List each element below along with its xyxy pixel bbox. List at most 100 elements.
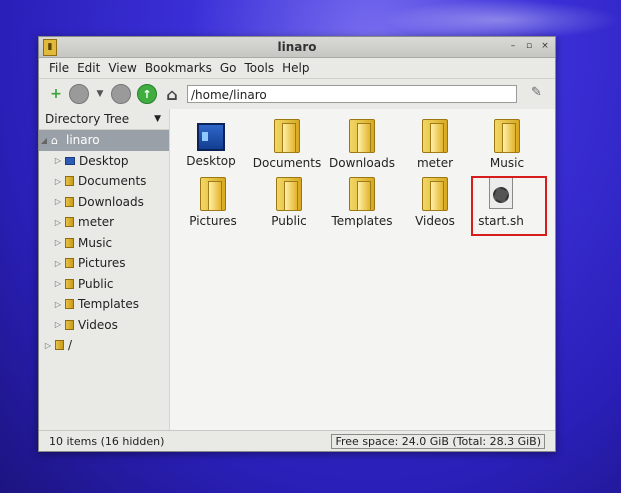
folder-icon xyxy=(65,258,74,269)
menu-file[interactable]: File xyxy=(45,61,73,75)
expand-arrow-icon[interactable]: ▷ xyxy=(53,156,63,165)
tree-item-label: Templates xyxy=(78,297,140,312)
new-tab-icon[interactable]: + xyxy=(49,85,63,103)
tree-item-templates[interactable]: ▷ Templates xyxy=(39,294,169,315)
file-item-pictures[interactable]: Pictures xyxy=(176,177,250,228)
tree-item-label: Documents xyxy=(78,174,147,189)
folder-icon xyxy=(200,177,226,211)
folder-icon xyxy=(494,119,520,153)
file-label: Public xyxy=(271,214,307,228)
folder-icon xyxy=(349,177,375,211)
tree-item-downloads[interactable]: ▷ Downloads xyxy=(39,192,169,213)
expand-arrow-icon[interactable]: ▷ xyxy=(43,341,53,350)
collapse-arrow-icon[interactable]: ◢ xyxy=(39,136,49,145)
file-label: Downloads xyxy=(329,156,395,170)
expand-arrow-icon[interactable]: ▷ xyxy=(53,300,63,309)
home-icon[interactable]: ⌂ xyxy=(163,85,181,104)
folder-icon xyxy=(349,119,375,153)
file-label: Videos xyxy=(415,214,455,228)
folder-icon xyxy=(65,196,74,207)
file-label: Desktop xyxy=(186,154,236,168)
tree-item-label: Downloads xyxy=(78,194,144,209)
folder-icon xyxy=(422,119,448,153)
path-input[interactable]: /home/linaro xyxy=(187,85,517,103)
tree-item-videos[interactable]: ▷ Videos xyxy=(39,315,169,336)
menu-bookmarks[interactable]: Bookmarks xyxy=(141,61,216,75)
menu-bar: File Edit View Bookmarks Go Tools Help xyxy=(39,58,555,78)
file-label: Music xyxy=(489,156,525,170)
file-view: Desktop Documents Downloads meter Music xyxy=(169,109,555,431)
tree-item-desktop[interactable]: ▷ Desktop xyxy=(39,151,169,172)
monitor-glare xyxy=(380,0,620,40)
folder-icon xyxy=(65,176,74,187)
file-item-videos[interactable]: Videos xyxy=(398,177,472,228)
file-item-music[interactable]: Music xyxy=(470,119,544,170)
toolbar: + ▼ ↑ ⌂ /home/linaro ✎ xyxy=(39,78,555,110)
home-folder-icon: ⌂ xyxy=(51,133,58,147)
file-item-documents[interactable]: Documents xyxy=(250,119,324,170)
expand-arrow-icon[interactable]: ▷ xyxy=(53,259,63,268)
history-dropdown-icon[interactable]: ▼ xyxy=(95,85,105,103)
file-label: Documents xyxy=(252,156,322,170)
file-item-desktop[interactable]: Desktop xyxy=(174,123,248,168)
tree-item-label: Music xyxy=(78,235,113,250)
file-item-public[interactable]: Public xyxy=(252,177,326,228)
tree-item-linaro[interactable]: ◢ ⌂ linaro xyxy=(39,130,169,151)
selection-highlight xyxy=(471,176,547,236)
close-icon[interactable]: × xyxy=(539,40,551,52)
sidebar-mode-label: Directory Tree xyxy=(45,112,130,126)
file-label: meter xyxy=(416,156,454,170)
folder-icon xyxy=(65,319,74,330)
chevron-down-icon: ▼ xyxy=(154,114,161,124)
tree-item-public[interactable]: ▷ Public xyxy=(39,274,169,295)
file-manager-window: ▮ linaro – ▫ × File Edit View Bookmarks … xyxy=(38,36,556,452)
tree-item-filesystem-root[interactable]: ▷ / xyxy=(39,335,169,356)
menu-help[interactable]: Help xyxy=(278,61,313,75)
forward-icon[interactable] xyxy=(111,84,131,104)
menu-go[interactable]: Go xyxy=(216,61,241,75)
content-area: Directory Tree ▼ ◢ ⌂ linaro ▷ Desktop ▷ … xyxy=(39,109,555,431)
folder-icon xyxy=(276,177,302,211)
minimize-icon[interactable]: – xyxy=(507,40,519,52)
menu-view[interactable]: View xyxy=(104,61,140,75)
expand-arrow-icon[interactable]: ▷ xyxy=(53,218,63,227)
tree-item-label: Desktop xyxy=(79,153,129,168)
file-item-templates[interactable]: Templates xyxy=(325,177,399,228)
clear-path-icon[interactable]: ✎ xyxy=(531,85,549,103)
folder-icon xyxy=(65,299,74,310)
tree-item-documents[interactable]: ▷ Documents xyxy=(39,171,169,192)
expand-arrow-icon[interactable]: ▷ xyxy=(53,197,63,206)
tree-item-label: meter xyxy=(78,215,115,230)
menu-tools[interactable]: Tools xyxy=(241,61,279,75)
item-count-status: 10 items (16 hidden) xyxy=(49,434,165,448)
sidebar-mode-dropdown[interactable]: Directory Tree ▼ xyxy=(39,109,169,130)
tree-item-music[interactable]: ▷ Music xyxy=(39,233,169,254)
maximize-icon[interactable]: ▫ xyxy=(523,40,535,52)
free-space-status: Free space: 24.0 GiB (Total: 28.3 GiB) xyxy=(331,433,545,449)
window-controls: – ▫ × xyxy=(507,40,551,52)
folder-icon xyxy=(274,119,300,153)
up-icon[interactable]: ↑ xyxy=(137,84,157,104)
tree-item-pictures[interactable]: ▷ Pictures xyxy=(39,253,169,274)
file-item-downloads[interactable]: Downloads xyxy=(325,119,399,170)
folder-icon xyxy=(65,237,74,248)
file-label: Templates xyxy=(331,214,393,228)
folder-icon xyxy=(65,278,74,289)
expand-arrow-icon[interactable]: ▷ xyxy=(53,177,63,186)
tree-item-meter[interactable]: ▷ meter xyxy=(39,212,169,233)
menu-edit[interactable]: Edit xyxy=(73,61,104,75)
tree-item-label: Pictures xyxy=(78,256,126,271)
title-bar[interactable]: ▮ linaro – ▫ × xyxy=(39,37,555,58)
expand-arrow-icon[interactable]: ▷ xyxy=(53,238,63,247)
directory-tree: ◢ ⌂ linaro ▷ Desktop ▷ Documents ▷ Downl… xyxy=(39,130,169,356)
expand-arrow-icon[interactable]: ▷ xyxy=(53,279,63,288)
tree-item-label: linaro xyxy=(66,133,100,148)
expand-arrow-icon[interactable]: ▷ xyxy=(53,320,63,329)
file-item-meter[interactable]: meter xyxy=(398,119,472,170)
desktop-icon xyxy=(197,123,225,151)
tree-item-label: Public xyxy=(78,276,114,291)
folder-icon xyxy=(55,340,64,351)
folder-icon xyxy=(422,177,448,211)
back-icon[interactable] xyxy=(69,84,89,104)
file-label: Pictures xyxy=(189,214,237,228)
